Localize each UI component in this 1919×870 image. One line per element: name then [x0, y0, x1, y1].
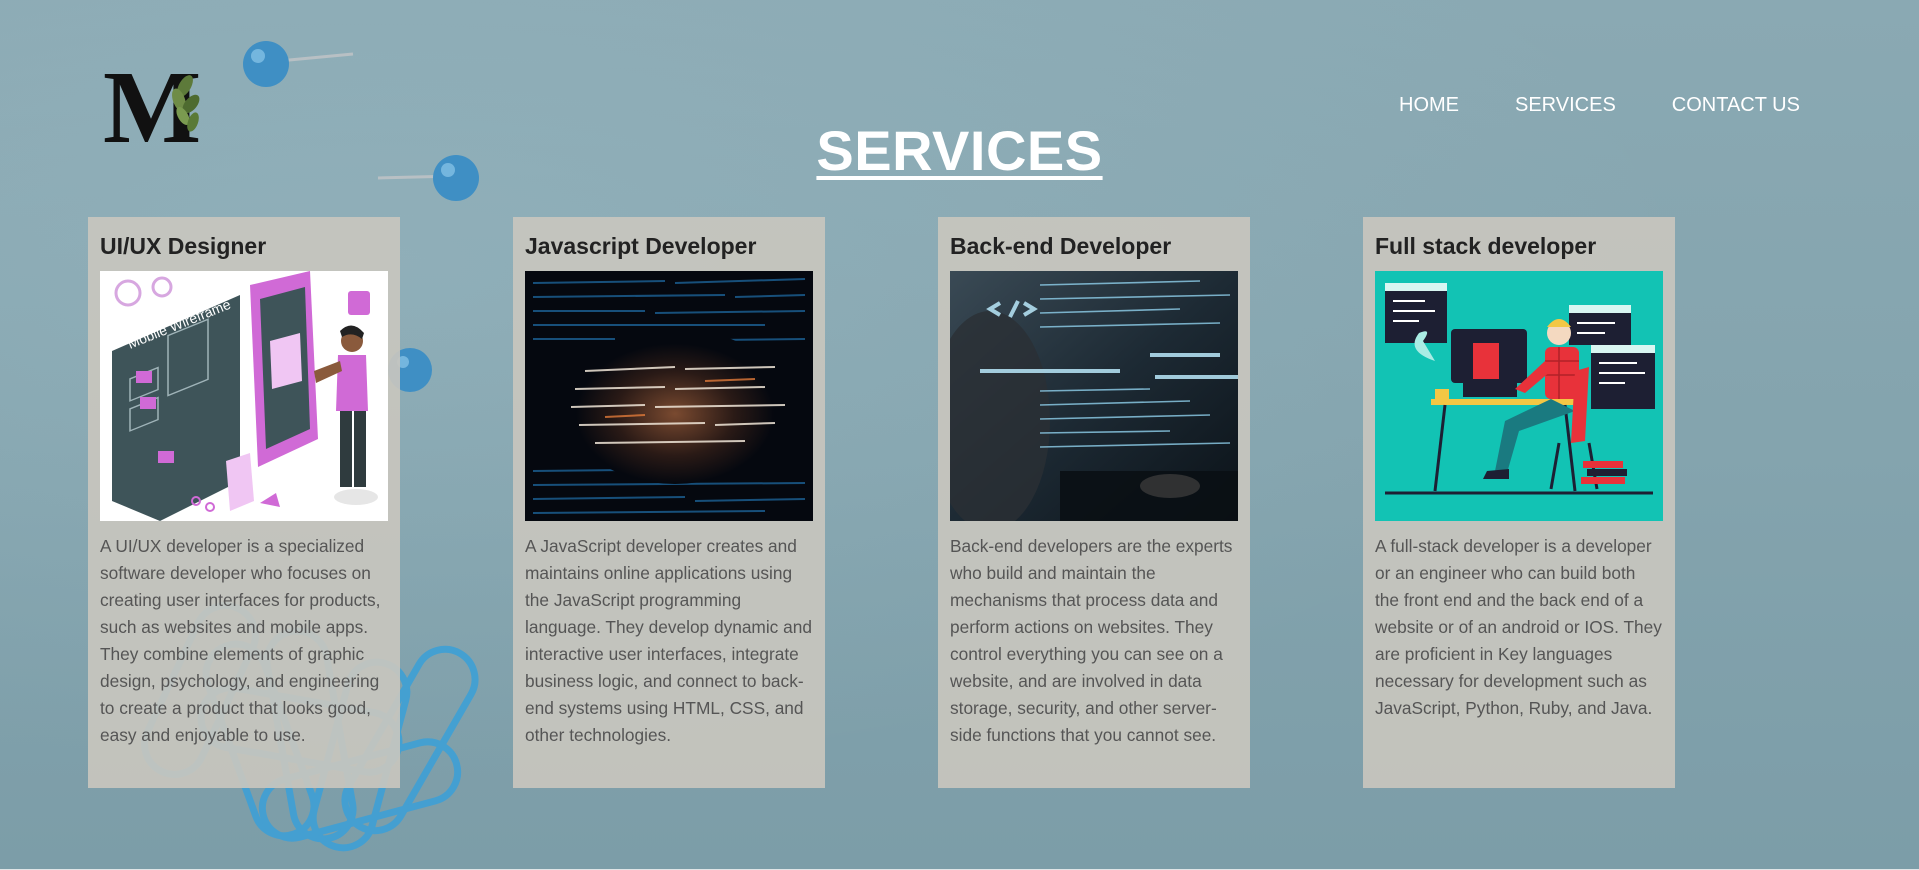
push-pin-icon [243, 41, 354, 87]
card-description: Back-end developers are the experts who … [950, 536, 1233, 745]
card-title: UI/UX Designer [100, 233, 267, 259]
uiux-illustration: Mobile Wireframe [100, 271, 388, 521]
javascript-code-photo [525, 271, 813, 521]
card-description: A JavaScript developer creates and maint… [525, 536, 812, 745]
hero-background: M HOME SERVICES CONTACT US SERVICES UI/U… [0, 0, 1919, 869]
service-card-backend: Back-end Developer Back-end developers a… [938, 217, 1250, 788]
service-card-uiux: UI/UX Designer Mobile Wireframe A UI/UX … [88, 217, 400, 788]
card-description: A full-stack developer is a developer or… [1375, 536, 1662, 718]
card-title: Full stack developer [1375, 233, 1597, 259]
backend-code-photo [950, 271, 1238, 521]
main-nav: HOME SERVICES CONTACT US [1399, 94, 1800, 117]
service-card-javascript: Javascript Developer A JavaScript develo… [513, 217, 825, 788]
card-description: A UI/UX developer is a specialized softw… [100, 536, 381, 745]
nav-contact-us-link[interactable]: CONTACT US [1672, 94, 1800, 117]
page-title: SERVICES [816, 119, 1103, 182]
nav-home-link[interactable]: HOME [1399, 94, 1459, 117]
service-card-fullstack: Full stack developer A full-stack develo… [1363, 217, 1675, 788]
card-title: Back-end Developer [950, 233, 1172, 259]
card-title: Javascript Developer [525, 233, 757, 259]
fullstack-illustration [1375, 271, 1663, 521]
nav-services-link[interactable]: SERVICES [1515, 94, 1616, 117]
